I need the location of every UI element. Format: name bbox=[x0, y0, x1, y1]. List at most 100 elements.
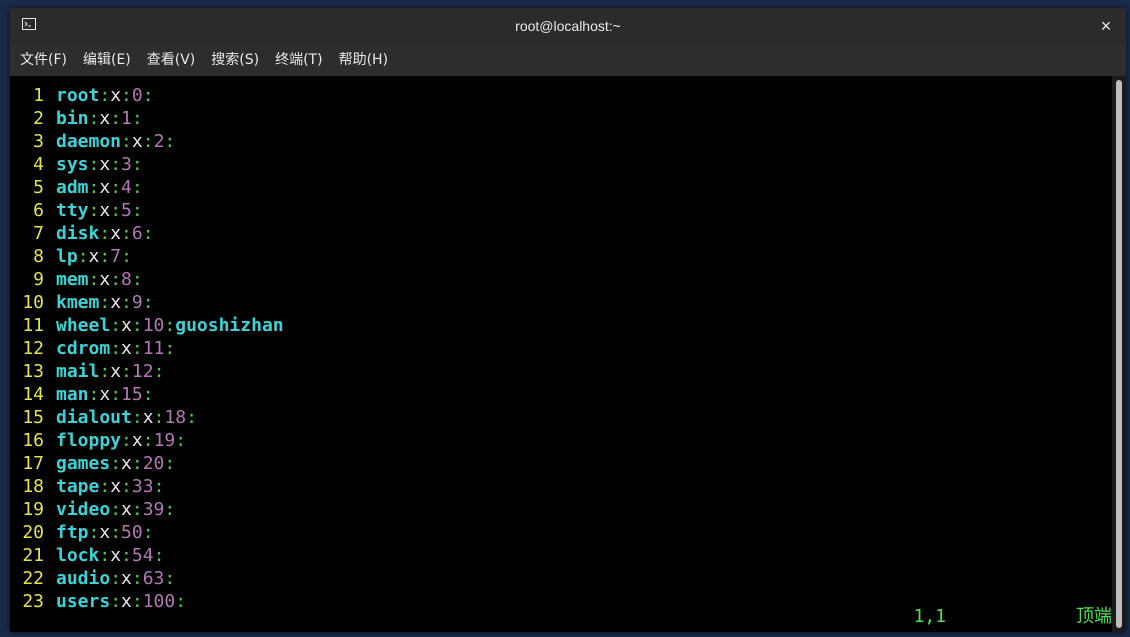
menu-help[interactable]: 帮助(H) bbox=[331, 44, 396, 76]
field-separator: : bbox=[142, 131, 154, 152]
scrollbar[interactable] bbox=[1112, 76, 1126, 632]
group-name: kmem bbox=[56, 292, 100, 313]
group-name: ftp bbox=[56, 522, 89, 543]
group-id: 6 bbox=[131, 223, 143, 244]
line-number: 2 bbox=[33, 108, 44, 129]
menu-search[interactable]: 搜索(S) bbox=[203, 44, 267, 76]
menu-view[interactable]: 查看(V) bbox=[139, 44, 204, 76]
group-id: 50 bbox=[121, 522, 143, 543]
field-separator: : bbox=[110, 108, 122, 129]
line-number: 14 bbox=[22, 384, 44, 405]
editor-line: 17 games:x:20: bbox=[10, 452, 1112, 475]
menu-file[interactable]: 文件(F) bbox=[12, 44, 75, 76]
status-line: 1,1 顶端 bbox=[712, 605, 1112, 628]
password-field: x bbox=[110, 85, 122, 106]
group-id: 18 bbox=[164, 407, 187, 428]
field-separator: : bbox=[110, 499, 122, 520]
field-separator: : bbox=[88, 108, 100, 129]
group-name: root bbox=[56, 85, 100, 106]
editor-line: 9 mem:x:8: bbox=[10, 268, 1112, 291]
line-number: 3 bbox=[33, 131, 44, 152]
field-separator: : bbox=[121, 85, 132, 106]
editor-line: 8 lp:x:7: bbox=[10, 245, 1112, 268]
field-separator: : bbox=[142, 522, 154, 543]
field-separator: : bbox=[164, 453, 176, 474]
line-number: 19 bbox=[22, 499, 44, 520]
field-separator: : bbox=[121, 361, 132, 382]
field-separator: : bbox=[110, 315, 122, 336]
group-name: tape bbox=[56, 476, 100, 497]
group-name: lp bbox=[56, 246, 78, 267]
field-separator: : bbox=[164, 499, 176, 520]
field-separator: : bbox=[99, 292, 111, 313]
field-separator: : bbox=[153, 476, 165, 497]
line-number: 11 bbox=[22, 315, 44, 336]
password-field: x bbox=[131, 131, 143, 152]
password-field: x bbox=[121, 315, 132, 336]
group-name: wheel bbox=[56, 315, 111, 336]
editor-line: 18 tape:x:33: bbox=[10, 475, 1112, 498]
group-id: 7 bbox=[110, 246, 122, 267]
field-separator: : bbox=[186, 407, 197, 428]
field-separator: : bbox=[110, 453, 122, 474]
group-name: sys bbox=[56, 154, 89, 175]
field-separator: : bbox=[131, 154, 143, 175]
terminal-content[interactable]: 1 root:x:0: 2 bin:x:1: 3 daemon:x:2: 4 sys:x:3:… bbox=[10, 76, 1112, 632]
group-id: 11 bbox=[142, 338, 165, 359]
editor-line: 22 audio:x:63: bbox=[10, 567, 1112, 590]
menu-edit[interactable]: 编辑(E) bbox=[75, 44, 139, 76]
group-id: 3 bbox=[121, 154, 132, 175]
group-id: 63 bbox=[142, 568, 165, 589]
field-separator: : bbox=[142, 384, 154, 405]
line-number: 9 bbox=[33, 269, 44, 290]
line-number: 4 bbox=[33, 154, 44, 175]
field-separator: : bbox=[88, 177, 100, 198]
field-separator: : bbox=[121, 430, 132, 451]
field-separator: : bbox=[99, 223, 111, 244]
field-separator: : bbox=[88, 522, 100, 543]
password-field: x bbox=[110, 545, 122, 566]
editor-line: 10 kmem:x:9: bbox=[10, 291, 1112, 314]
field-separator: : bbox=[131, 269, 143, 290]
group-id: 0 bbox=[131, 85, 143, 106]
editor-line: 16 floppy:x:19: bbox=[10, 429, 1112, 452]
field-separator: : bbox=[88, 384, 100, 405]
menu-terminal[interactable]: 终端(T) bbox=[267, 44, 330, 76]
field-separator: : bbox=[121, 292, 132, 313]
field-separator: : bbox=[131, 338, 143, 359]
field-separator: : bbox=[142, 85, 154, 106]
password-field: x bbox=[99, 269, 111, 290]
password-field: x bbox=[99, 384, 111, 405]
line-number: 16 bbox=[22, 430, 44, 451]
password-field: x bbox=[99, 108, 111, 129]
menu-bar: 文件(F) 编辑(E) 查看(V) 搜索(S) 终端(T) 帮助(H) bbox=[10, 44, 1126, 76]
field-separator: : bbox=[110, 338, 122, 359]
terminal-window: root@localhost:~ × 文件(F) 编辑(E) 查看(V) 搜索(… bbox=[10, 8, 1126, 632]
scrollbar-thumb[interactable] bbox=[1116, 80, 1122, 628]
group-id: 19 bbox=[153, 430, 176, 451]
editor-line: 20 ftp:x:50: bbox=[10, 521, 1112, 544]
field-separator: : bbox=[164, 315, 176, 336]
field-separator: : bbox=[110, 568, 122, 589]
password-field: x bbox=[88, 246, 100, 267]
password-field: x bbox=[121, 453, 132, 474]
group-id: 9 bbox=[131, 292, 143, 313]
field-separator: : bbox=[131, 407, 143, 428]
password-field: x bbox=[99, 522, 111, 543]
group-name: adm bbox=[56, 177, 89, 198]
field-separator: : bbox=[131, 568, 143, 589]
editor-line: 13 mail:x:12: bbox=[10, 360, 1112, 383]
field-separator: : bbox=[110, 177, 122, 198]
password-field: x bbox=[121, 499, 132, 520]
line-number: 18 bbox=[22, 476, 44, 497]
close-icon[interactable]: × bbox=[1094, 14, 1118, 38]
group-name: lock bbox=[56, 545, 100, 566]
field-separator: : bbox=[131, 499, 143, 520]
title-bar[interactable]: root@localhost:~ × bbox=[10, 8, 1126, 44]
field-separator: : bbox=[142, 223, 154, 244]
editor-line: 4 sys:x:3: bbox=[10, 153, 1112, 176]
field-separator: : bbox=[99, 85, 111, 106]
line-number: 12 bbox=[22, 338, 44, 359]
field-separator: : bbox=[99, 361, 111, 382]
field-separator: : bbox=[121, 223, 132, 244]
